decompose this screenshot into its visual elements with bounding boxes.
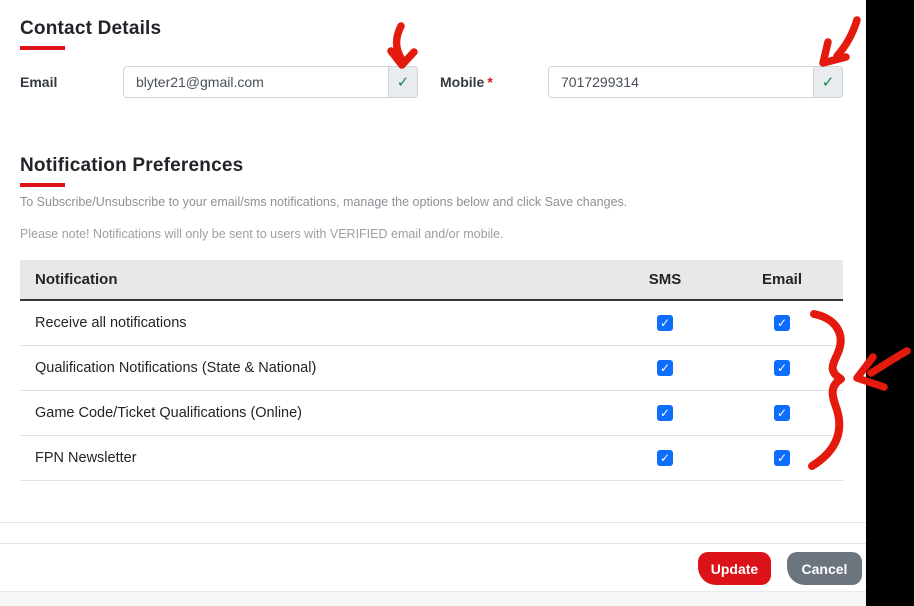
heading-underline [20,46,65,50]
notification-preferences-heading: Notification Preferences [20,155,243,177]
section-divider [0,522,866,523]
check-glyph: ✓ [397,73,410,91]
notification-name: Receive all notifications [20,315,609,331]
arrow-down-mobile-verified-icon [823,20,857,63]
check-glyph: ✓ [822,73,835,91]
mobile-label: Mobile* [440,74,493,90]
email-checkbox[interactable]: ✓ [774,405,790,421]
update-button[interactable]: Update [698,552,771,585]
column-header-email: Email [721,271,843,288]
notification-name: Game Code/Ticket Qualifications (Online) [20,405,609,421]
contact-details-heading: Contact Details [20,18,161,40]
check-glyph: ✓ [660,317,670,329]
arrow-down-email-verified-icon [391,26,414,65]
verified-note: Please note! Notifications will only be … [20,227,504,241]
mobile-label-text: Mobile [440,74,484,90]
required-asterisk: * [487,74,492,90]
table-row: Game Code/Ticket Qualifications (Online)… [20,391,843,436]
notification-name: FPN Newsletter [20,450,609,466]
email-label: Email [20,74,57,90]
sms-checkbox[interactable]: ✓ [657,315,673,331]
mobile-input[interactable] [548,66,813,98]
check-glyph: ✓ [777,407,787,419]
account-settings-page: Contact Details Email ✓ Mobile* ✓ Notifi… [0,0,914,606]
column-header-notification: Notification [20,271,609,288]
email-input[interactable] [123,66,388,98]
heading-underline [20,183,65,187]
cancel-button[interactable]: Cancel [787,552,862,585]
page-footer-strip [0,591,866,606]
check-glyph: ✓ [660,452,670,464]
check-glyph: ✓ [660,362,670,374]
email-checkbox[interactable]: ✓ [774,360,790,376]
email-verified-check-icon: ✓ [388,66,418,98]
column-header-sms: SMS [609,271,721,288]
check-glyph: ✓ [777,362,787,374]
button-bar-divider [0,543,866,544]
table-row: Receive all notifications ✓ ✓ [20,301,843,346]
check-glyph: ✓ [777,452,787,464]
email-input-group: ✓ [123,66,418,98]
subscribe-description: To Subscribe/Unsubscribe to your email/s… [20,195,627,209]
mobile-input-group: ✓ [548,66,843,98]
check-glyph: ✓ [777,317,787,329]
screenshot-black-edge [866,0,914,606]
mobile-verified-check-icon: ✓ [813,66,843,98]
email-checkbox[interactable]: ✓ [774,315,790,331]
check-glyph: ✓ [660,407,670,419]
notification-preferences-table: Notification SMS Email Receive all notif… [20,260,843,481]
sms-checkbox[interactable]: ✓ [657,450,673,466]
sms-checkbox[interactable]: ✓ [657,405,673,421]
sms-checkbox[interactable]: ✓ [657,360,673,376]
table-header-row: Notification SMS Email [20,260,843,301]
notification-name: Qualification Notifications (State & Nat… [20,360,609,376]
table-row: Qualification Notifications (State & Nat… [20,346,843,391]
table-row: FPN Newsletter ✓ ✓ [20,436,843,481]
email-checkbox[interactable]: ✓ [774,450,790,466]
